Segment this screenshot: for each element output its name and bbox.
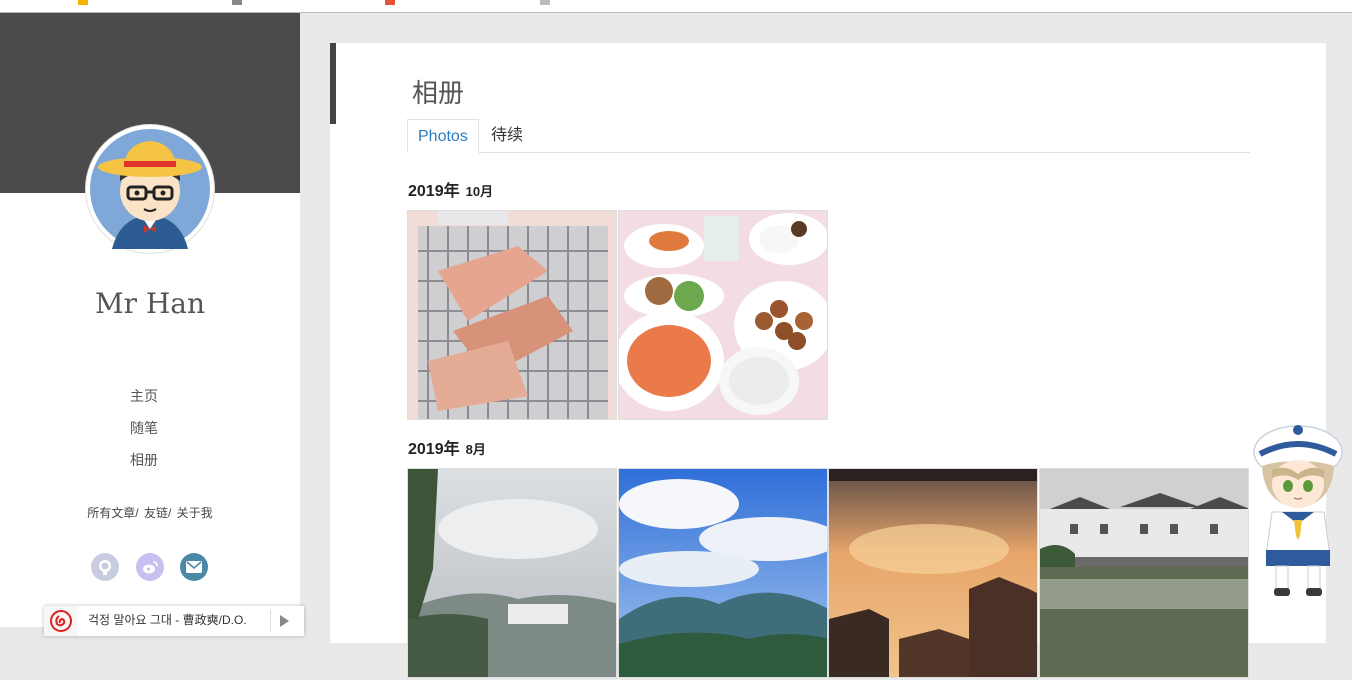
bookmark-icon[interactable] <box>232 0 242 5</box>
month-label: 8月 <box>465 442 486 457</box>
avatar-illustration <box>90 129 210 249</box>
browser-top-strip <box>0 0 1352 13</box>
player-divider <box>270 610 271 632</box>
photo-gallery <box>407 468 1251 680</box>
mail-icon[interactable] <box>180 553 208 581</box>
about-me-link[interactable]: 关于我 <box>177 506 213 520</box>
card-accent-bar <box>330 43 336 124</box>
page-title: 相册 <box>412 78 465 108</box>
photo-meal-tray[interactable] <box>618 210 828 420</box>
photo-gallery <box>407 210 831 422</box>
bookmark-icon[interactable] <box>385 0 395 5</box>
month-label: 10月 <box>465 184 494 199</box>
tab-pending[interactable]: 待续 <box>481 119 533 153</box>
mascot-character[interactable] <box>1246 416 1350 600</box>
sidebar: Mr Han 主页 随笔 相册 所有文章/ 友链/ 关于我 <box>0 13 300 627</box>
photo-village-reflection[interactable] <box>1039 468 1249 678</box>
bookmark-icon[interactable] <box>78 0 88 5</box>
album-tabs: Photos 待续 <box>407 119 1250 153</box>
photo-cloudy-village[interactable] <box>407 468 617 678</box>
photo-blue-sky-mountains[interactable] <box>618 468 828 678</box>
music-player: 걱정 말아요 그대 - 曹政奭/D.O. <box>44 606 304 636</box>
bookmark-icon[interactable] <box>540 0 550 5</box>
nav-item-home[interactable]: 主页 <box>0 385 288 417</box>
github-icon[interactable] <box>91 553 119 581</box>
sidebar-sub-links: 所有文章/ 友链/ 关于我 <box>0 504 300 521</box>
month-year: 2019年 <box>408 441 460 458</box>
friend-links-link[interactable]: 友链/ <box>144 506 171 520</box>
main-card: 相册 Photos 待续 2019年 10月 2019年 8月 <box>330 43 1326 678</box>
month-heading: 2019年 8月 <box>408 435 486 459</box>
play-icon[interactable] <box>280 615 289 627</box>
month-heading: 2019年 10月 <box>408 177 493 201</box>
sidebar-nav: 主页 随笔 相册 <box>0 385 288 481</box>
all-articles-link[interactable]: 所有文章/ <box>87 506 138 520</box>
nav-item-album[interactable]: 相册 <box>0 449 288 481</box>
now-playing-title: 걱정 말아요 그대 - 曹政奭/D.O. <box>88 613 247 627</box>
photo-grilled-food[interactable] <box>407 210 617 420</box>
avatar[interactable] <box>86 125 214 253</box>
netease-music-icon[interactable] <box>44 606 78 636</box>
photo-sunset-rooftops[interactable] <box>828 468 1038 678</box>
weibo-icon[interactable] <box>136 553 164 581</box>
author-name: Mr Han <box>94 287 206 320</box>
nav-item-essays[interactable]: 随笔 <box>0 417 288 449</box>
month-year: 2019年 <box>408 183 460 200</box>
tab-photos[interactable]: Photos <box>407 119 479 153</box>
